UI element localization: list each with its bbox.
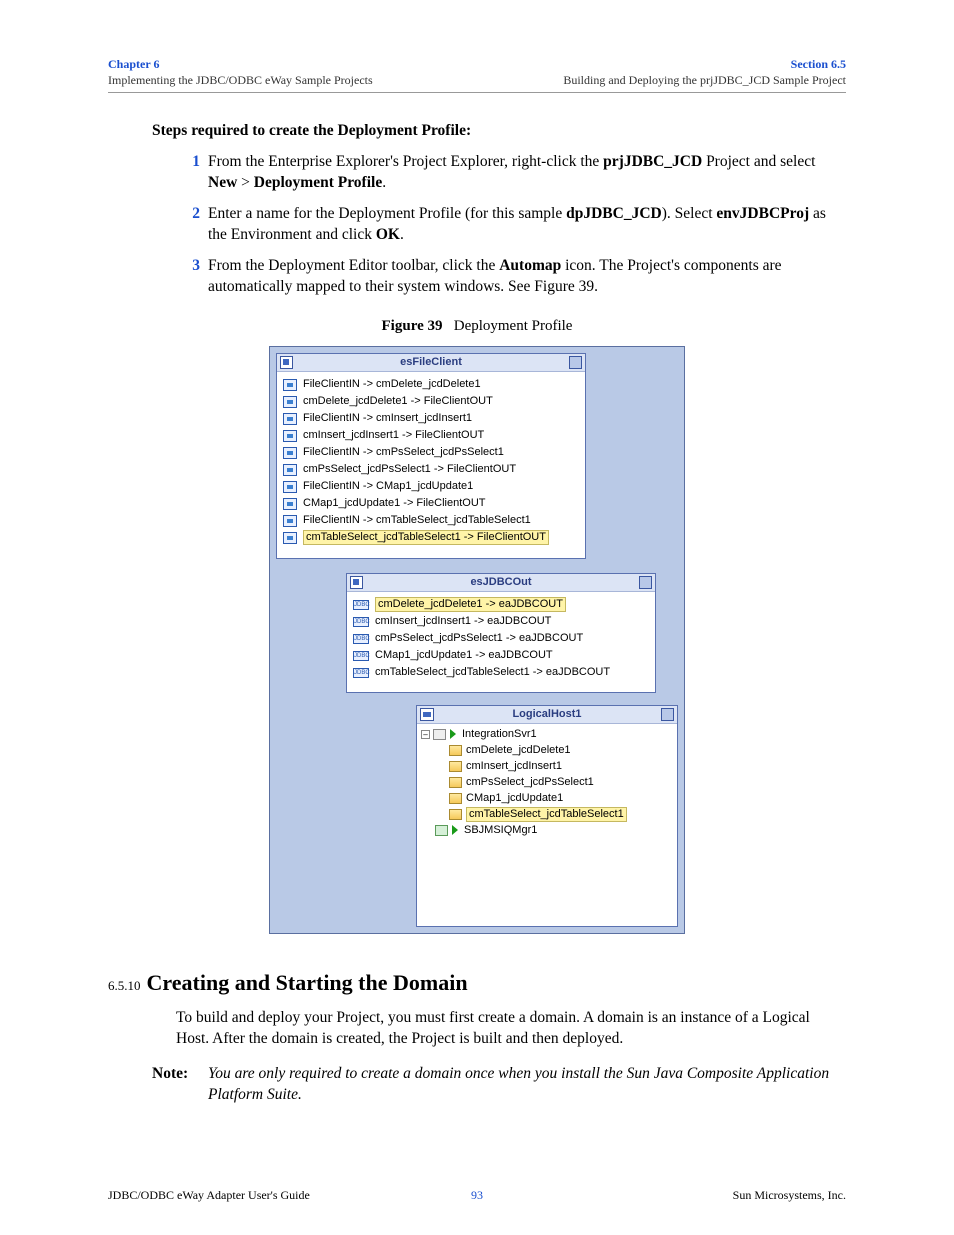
mapping-row[interactable]: FileClientIN -> cmInsert_jcdInsert1 — [283, 410, 579, 427]
page-footer: JDBC/ODBC eWay Adapter User's Guide 93 S… — [108, 1187, 846, 1203]
conn-icon — [283, 532, 297, 544]
conn-icon — [283, 515, 297, 527]
collapse-icon[interactable]: – — [421, 730, 430, 739]
steps-heading: Steps required to create the Deployment … — [152, 121, 846, 142]
panel-esjdbcout: esJDBCOut JDBCcmDelete_jcdDelete1 -> eaJ… — [346, 573, 656, 693]
step-number: 1 — [176, 152, 200, 194]
jdbc-icon: JDBC — [353, 651, 369, 661]
step-item: 1 From the Enterprise Explorer's Project… — [176, 152, 846, 194]
mapping-row[interactable]: FileClientIN -> CMap1_jcdUpdate1 — [283, 478, 579, 495]
mapping-row[interactable]: JDBCcmTableSelect_jcdTableSelect1 -> eaJ… — [353, 664, 649, 681]
minimize-icon[interactable] — [569, 356, 582, 369]
step-number: 3 — [176, 256, 200, 298]
note-label: Note: — [152, 1064, 208, 1106]
conn-icon — [283, 447, 297, 459]
minimize-icon[interactable] — [639, 576, 652, 589]
arrow-icon — [450, 729, 460, 739]
mapping-row[interactable]: FileClientIN -> cmTableSelect_jcdTableSe… — [283, 512, 579, 529]
mapping-row[interactable]: FileClientIN -> cmDelete_jcdDelete1 — [283, 376, 579, 393]
step-number: 2 — [176, 204, 200, 246]
mapping-row[interactable]: JDBCcmPsSelect_jcdPsSelect1 -> eaJDBCOUT — [353, 630, 649, 647]
footer-left: JDBC/ODBC eWay Adapter User's Guide — [108, 1187, 310, 1203]
conn-icon — [283, 498, 297, 510]
jdbc-icon: JDBC — [353, 634, 369, 644]
tree-node[interactable]: CMap1_jcdUpdate1 — [421, 790, 673, 806]
step-body: From the Deployment Editor toolbar, clic… — [208, 256, 846, 298]
step-item: 3 From the Deployment Editor toolbar, cl… — [176, 256, 846, 298]
section-link[interactable]: Section 6.5 — [563, 56, 846, 72]
chapter-link[interactable]: Chapter 6 — [108, 56, 373, 72]
window-menu-icon[interactable] — [280, 356, 293, 369]
conn-icon — [283, 379, 297, 391]
step-body: From the Enterprise Explorer's Project E… — [208, 152, 846, 194]
window-menu-icon[interactable] — [420, 708, 434, 721]
footer-right: Sun Microsystems, Inc. — [733, 1187, 846, 1203]
queue-icon — [435, 825, 448, 836]
component-icon — [449, 793, 462, 804]
section-heading: 6.5.10 Creating and Starting the Domain — [108, 968, 846, 998]
chapter-subtitle: Implementing the JDBC/ODBC eWay Sample P… — [108, 72, 373, 88]
section-title: Creating and Starting the Domain — [147, 968, 468, 998]
step-body: Enter a name for the Deployment Profile … — [208, 204, 846, 246]
mapping-row[interactable]: JDBCcmInsert_jcdInsert1 -> eaJDBCOUT — [353, 613, 649, 630]
conn-icon — [283, 396, 297, 408]
page-header: Chapter 6 Implementing the JDBC/ODBC eWa… — [108, 56, 846, 93]
jdbc-icon: JDBC — [353, 617, 369, 627]
tree-node[interactable]: SBJMSIQMgr1 — [421, 822, 673, 838]
conn-icon — [283, 481, 297, 493]
component-icon — [449, 777, 462, 788]
tree-node[interactable]: cmInsert_jcdInsert1 — [421, 758, 673, 774]
conn-icon — [283, 413, 297, 425]
tree-node-selected[interactable]: cmTableSelect_jcdTableSelect1 — [421, 806, 673, 822]
jdbc-icon: JDBC — [353, 600, 369, 610]
conn-icon — [283, 464, 297, 476]
panel-esfileclient: esFileClient FileClientIN -> cmDelete_jc… — [276, 353, 586, 559]
section-number: 6.5.10 — [108, 977, 141, 995]
mapping-row-selected[interactable]: JDBCcmDelete_jcdDelete1 -> eaJDBCOUT — [353, 596, 649, 613]
panel-title: esFileClient — [277, 354, 585, 372]
mapping-row[interactable]: cmPsSelect_jcdPsSelect1 -> FileClientOUT — [283, 461, 579, 478]
component-icon — [449, 809, 462, 820]
figure-caption: Figure 39 Deployment Profile — [108, 316, 846, 336]
conn-icon — [283, 430, 297, 442]
component-icon — [449, 745, 462, 756]
panel-title: LogicalHost1 — [417, 706, 677, 724]
arrow-icon — [452, 825, 462, 835]
mapping-row-selected[interactable]: cmTableSelect_jcdTableSelect1 -> FileCli… — [283, 529, 579, 546]
mapping-row[interactable]: CMap1_jcdUpdate1 -> FileClientOUT — [283, 495, 579, 512]
tree-node[interactable]: cmDelete_jcdDelete1 — [421, 742, 673, 758]
section-paragraph: To build and deploy your Project, you mu… — [176, 1008, 846, 1050]
minimize-icon[interactable] — [661, 708, 674, 721]
step-item: 2 Enter a name for the Deployment Profil… — [176, 204, 846, 246]
tree-node[interactable]: – IntegrationSvr1 — [421, 726, 673, 742]
mapping-row[interactable]: cmInsert_jcdInsert1 -> FileClientOUT — [283, 427, 579, 444]
page-number: 93 — [471, 1187, 483, 1203]
component-icon — [449, 761, 462, 772]
panel-title: esJDBCOut — [347, 574, 655, 592]
panel-logicalhost: LogicalHost1 – IntegrationSvr1 cmDelete_… — [416, 705, 678, 927]
tree-node[interactable]: cmPsSelect_jcdPsSelect1 — [421, 774, 673, 790]
jdbc-icon: JDBC — [353, 668, 369, 678]
window-menu-icon[interactable] — [350, 576, 363, 589]
server-icon — [433, 729, 446, 740]
note-body: You are only required to create a domain… — [208, 1064, 846, 1106]
mapping-row[interactable]: JDBCCMap1_jcdUpdate1 -> eaJDBCOUT — [353, 647, 649, 664]
note-block: Note: You are only required to create a … — [152, 1064, 846, 1106]
section-subtitle: Building and Deploying the prjJDBC_JCD S… — [563, 72, 846, 88]
mapping-row[interactable]: FileClientIN -> cmPsSelect_jcdPsSelect1 — [283, 444, 579, 461]
deployment-profile-figure: esFileClient FileClientIN -> cmDelete_jc… — [269, 346, 685, 934]
mapping-row[interactable]: cmDelete_jcdDelete1 -> FileClientOUT — [283, 393, 579, 410]
